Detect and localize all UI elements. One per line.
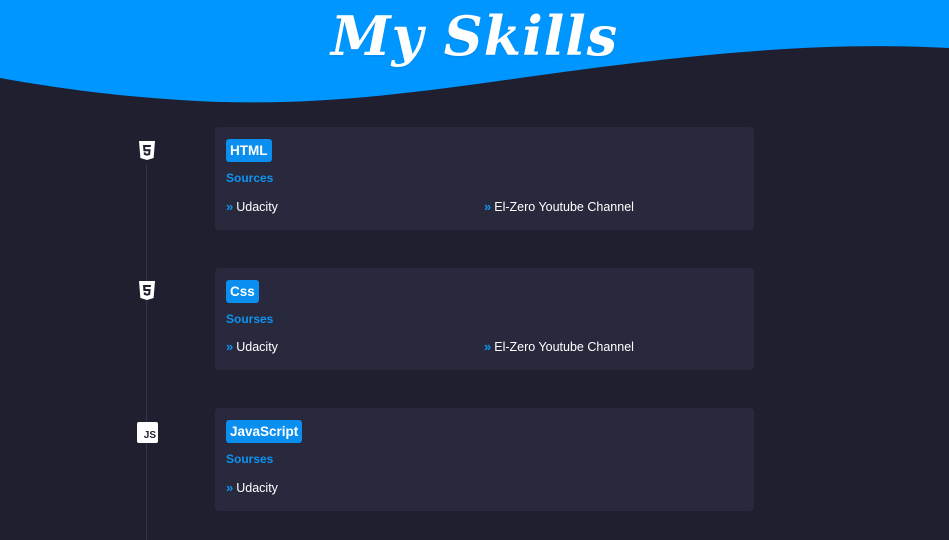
- sources-label: Sourses: [226, 452, 274, 466]
- chevrons-right-icon: »: [226, 480, 233, 495]
- source-link[interactable]: » Udacity: [226, 480, 278, 495]
- sources-label: Sources: [226, 171, 274, 185]
- header-wave: My Skills: [0, 0, 949, 110]
- source-link[interactable]: » El-Zero Youtube Channel: [484, 339, 634, 354]
- skill-badge: JavaScript: [226, 420, 303, 443]
- chevrons-right-icon: »: [484, 339, 491, 354]
- css3-icon: [137, 280, 157, 302]
- skill-card-javascript: JavaScript Sourses » Udacity: [215, 408, 754, 511]
- source-link[interactable]: » El-Zero Youtube Channel: [484, 199, 634, 214]
- timeline-line: [146, 165, 147, 540]
- chevrons-right-icon: »: [484, 199, 491, 214]
- source-label: El-Zero Youtube Channel: [494, 199, 634, 214]
- source-link[interactable]: » Udacity: [226, 339, 278, 354]
- skill-badge: HTML: [226, 139, 272, 162]
- html5-icon: [137, 140, 157, 162]
- skill-badge: Css: [226, 280, 259, 303]
- source-link[interactable]: » Udacity: [226, 199, 278, 214]
- source-label: Udacity: [236, 339, 278, 354]
- source-label: Udacity: [236, 480, 278, 495]
- page-title: My Skills: [330, 4, 619, 68]
- js-icon: JS: [137, 422, 158, 443]
- sources-label: Sourses: [226, 312, 274, 326]
- skills-page: My Skills JS HTML Sources » Udacity » El…: [0, 0, 949, 540]
- chevrons-right-icon: »: [226, 199, 233, 214]
- chevrons-right-icon: »: [226, 339, 233, 354]
- skill-card-html: HTML Sources » Udacity » El-Zero Youtube…: [215, 127, 754, 230]
- source-label: El-Zero Youtube Channel: [494, 339, 634, 354]
- skill-card-css: Css Sourses » Udacity » El-Zero Youtube …: [215, 268, 754, 370]
- source-label: Udacity: [236, 199, 278, 214]
